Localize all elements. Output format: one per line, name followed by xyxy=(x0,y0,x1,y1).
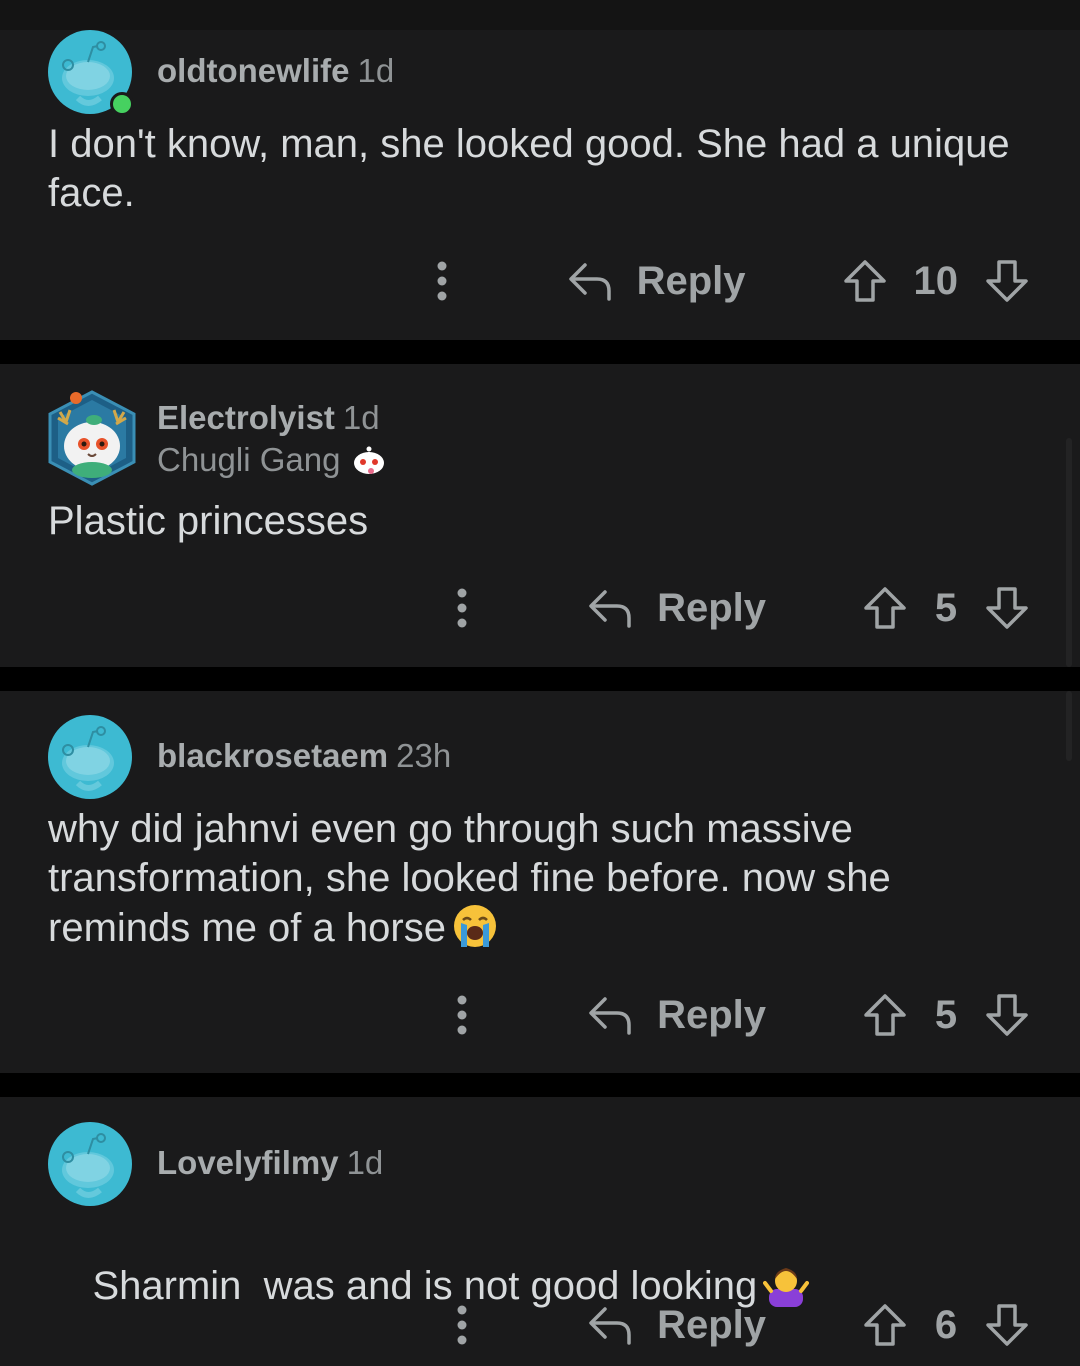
custom-snoo-avatar-icon xyxy=(48,390,136,486)
comment-actions: Reply 5 xyxy=(447,578,1030,638)
comment-meta: Lovelyfilmy 1d xyxy=(157,1143,383,1183)
avatar[interactable] xyxy=(48,30,134,116)
more-vertical-icon xyxy=(457,1305,467,1345)
downvote-arrow-icon xyxy=(986,587,1028,629)
reply-button[interactable]: Reply xyxy=(587,1303,766,1348)
comment-age: 1d xyxy=(357,52,395,89)
default-snoo-avatar-icon xyxy=(48,715,132,799)
comment-meta: oldtonewlife 1d xyxy=(157,51,394,91)
more-vertical-icon xyxy=(437,261,447,301)
upvote-button[interactable] xyxy=(862,1302,908,1348)
vote-score: 5 xyxy=(934,585,958,630)
downvote-button[interactable] xyxy=(984,258,1030,304)
vote-score: 5 xyxy=(934,992,958,1037)
comment-meta: blackrosetaem 23h xyxy=(157,736,451,776)
comment-card: oldtonewlife 1d I don't know, man, she lo… xyxy=(0,30,1080,340)
comment-actions: Reply 10 xyxy=(427,251,1030,311)
avatar[interactable] xyxy=(46,388,138,488)
comment-body: Plastic princesses xyxy=(48,499,369,543)
more-vertical-icon xyxy=(457,588,467,628)
upvote-arrow-icon xyxy=(864,1304,906,1346)
loudly-crying-face-emoji xyxy=(453,905,496,947)
default-snoo-avatar-icon xyxy=(48,1122,132,1206)
comment-age: 1d xyxy=(346,1144,384,1181)
reply-arrow-icon xyxy=(568,263,611,301)
upvote-button[interactable] xyxy=(862,585,908,631)
comment-actions: Reply 6 xyxy=(447,1295,1030,1355)
username[interactable]: Electrolyist xyxy=(157,399,335,436)
vote-score: 6 xyxy=(934,1302,958,1347)
more-options-button[interactable] xyxy=(447,985,477,1045)
reply-label: Reply xyxy=(657,585,766,630)
downvote-button[interactable] xyxy=(984,1302,1030,1348)
online-status-dot xyxy=(110,92,134,116)
top-strip xyxy=(0,0,1080,30)
username[interactable]: Lovelyfilmy xyxy=(157,1144,339,1181)
comment-card: Lovelyfilmy 1d Sharmin was and is not goo… xyxy=(0,1097,1080,1366)
more-options-button[interactable] xyxy=(427,251,457,311)
upvote-arrow-icon xyxy=(864,994,906,1036)
reply-arrow-icon xyxy=(589,997,631,1035)
comment-age: 23h xyxy=(396,737,452,774)
scrollbar[interactable] xyxy=(1066,438,1072,667)
flair-text: Chugli Gang xyxy=(157,441,341,478)
username[interactable]: oldtonewlife xyxy=(157,52,350,89)
user-flair: Chugli Gang xyxy=(157,440,386,480)
downvote-arrow-icon xyxy=(986,260,1028,302)
upvote-arrow-icon xyxy=(843,260,886,302)
upvote-button[interactable] xyxy=(842,258,888,304)
avatar[interactable] xyxy=(48,1122,132,1206)
reply-button[interactable]: Reply xyxy=(587,586,766,631)
downvote-button[interactable] xyxy=(984,992,1030,1038)
avatar[interactable] xyxy=(48,715,132,799)
reply-button[interactable]: Reply xyxy=(587,993,766,1038)
more-options-button[interactable] xyxy=(447,578,477,638)
reply-button[interactable]: Reply xyxy=(567,259,746,304)
downvote-arrow-icon xyxy=(986,994,1028,1036)
downvote-button[interactable] xyxy=(984,585,1030,631)
reply-arrow-icon xyxy=(589,590,631,628)
upvote-button[interactable] xyxy=(862,992,908,1038)
comment-meta: Electrolyist 1d xyxy=(157,398,380,438)
snoo-face-icon xyxy=(354,446,385,474)
upvote-arrow-icon xyxy=(864,587,906,629)
comment-age: 1d xyxy=(342,399,380,436)
reply-label: Reply xyxy=(636,258,746,303)
comment-actions: Reply 5 xyxy=(447,985,1030,1045)
username[interactable]: blackrosetaem xyxy=(157,737,388,774)
reply-label: Reply xyxy=(657,1302,766,1347)
comment-card: Electrolyist 1d Chugli Gang Plastic princ… xyxy=(0,364,1080,667)
more-options-button[interactable] xyxy=(447,1295,477,1355)
comment-card: blackrosetaem 23h why did jahnvi even go … xyxy=(0,691,1080,1073)
comment-body: why did jahnvi even go through such mass… xyxy=(48,805,948,953)
vote-score: 10 xyxy=(913,258,959,303)
downvote-arrow-icon xyxy=(986,1304,1028,1346)
comment-body: I don't know, man, she looked good. She … xyxy=(48,122,1010,215)
scrollbar[interactable] xyxy=(1066,691,1072,761)
reply-arrow-icon xyxy=(589,1307,631,1345)
reply-label: Reply xyxy=(657,992,766,1037)
more-vertical-icon xyxy=(457,995,467,1035)
